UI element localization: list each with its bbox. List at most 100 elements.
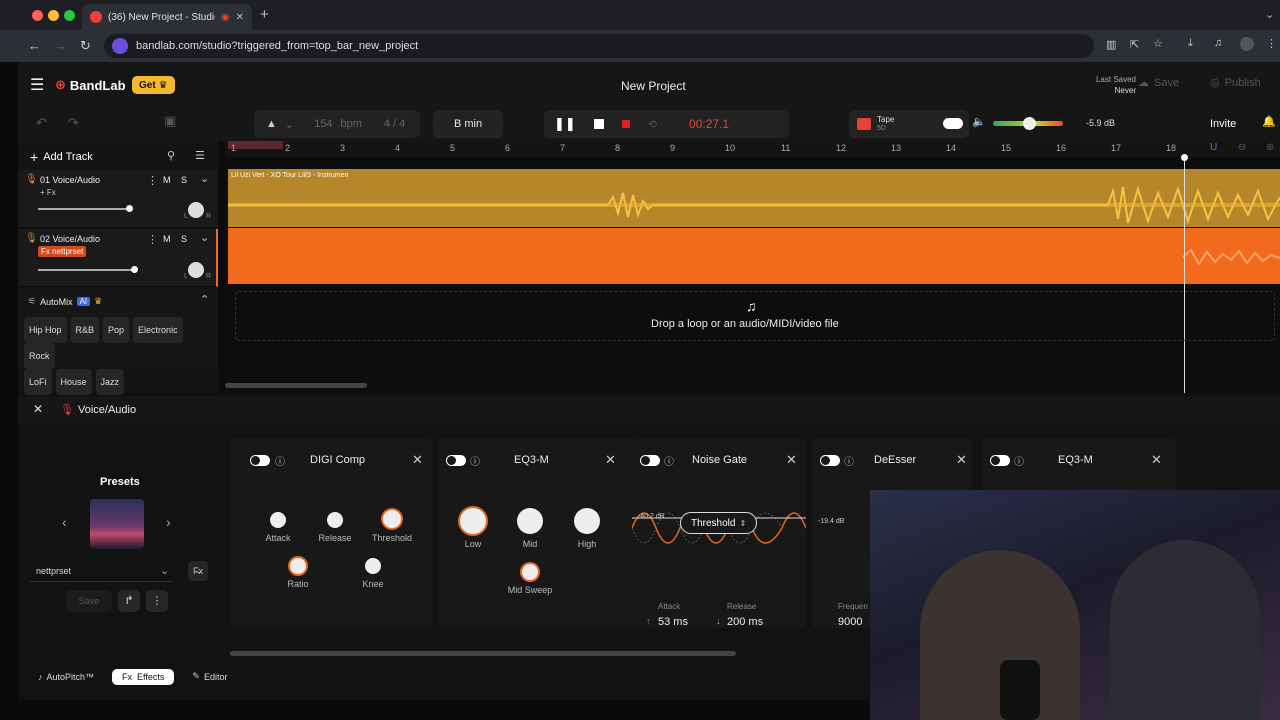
pan-knob[interactable] xyxy=(188,262,204,278)
brand-logo[interactable]: ⊕ BandLab xyxy=(55,77,126,93)
release-value[interactable]: 200 ms xyxy=(727,616,763,628)
audio-clip-recording[interactable] xyxy=(228,228,1280,284)
master-volume-slider[interactable] xyxy=(993,117,1063,130)
profile-avatar[interactable] xyxy=(1240,37,1254,51)
automix-header[interactable]: ⚟ AutoMix AI ♛ xyxy=(28,296,102,307)
mid-knob[interactable] xyxy=(517,508,543,534)
attack-value[interactable]: 53 ms xyxy=(658,616,688,628)
bar-ruler[interactable]: 1 2 3 4 5 6 7 8 9 10 11 12 13 14 15 16 1… xyxy=(225,141,1280,157)
pause-button[interactable]: ❚❚ xyxy=(554,116,576,132)
bpm-value[interactable]: 154 xyxy=(314,118,332,130)
browser-menu-icon[interactable]: ⋮ xyxy=(1266,37,1277,50)
remove-effect-icon[interactable]: ✕ xyxy=(605,452,616,468)
maximize-window-button[interactable] xyxy=(64,10,75,21)
loop-icon[interactable]: ⟲ xyxy=(648,118,657,131)
effect-toggle[interactable] xyxy=(640,455,660,466)
remove-effect-icon[interactable]: ✕ xyxy=(956,452,967,468)
track-row[interactable]: 🎙 02 Voice/Audio ⋮ M S ⌄ Fx nettprset L … xyxy=(18,229,218,287)
add-fx-button[interactable]: + Fx xyxy=(40,188,56,197)
track-volume-slider[interactable] xyxy=(38,205,133,212)
playhead[interactable] xyxy=(1184,157,1185,393)
track-volume-slider[interactable] xyxy=(38,266,138,273)
undo-icon[interactable]: ↶ xyxy=(36,115,47,131)
genre-chip-hip-hop[interactable]: Hip Hop xyxy=(24,317,67,343)
track-options-icon[interactable]: ⋮ xyxy=(147,174,158,187)
genre-chip-pop[interactable]: Pop xyxy=(103,317,130,343)
threshold-handle[interactable]: Threshold ⇕ xyxy=(680,512,758,534)
mute-button[interactable]: M xyxy=(163,234,171,244)
solo-button[interactable]: S xyxy=(181,175,187,185)
mid-sweep-knob[interactable] xyxy=(522,564,538,580)
genre-chip-house[interactable]: House xyxy=(55,369,92,395)
drop-zone[interactable]: ♫ Drop a loop or an audio/MIDI/video fil… xyxy=(235,291,1275,341)
preset-artwork[interactable] xyxy=(90,499,144,549)
magic-wand-icon[interactable]: ⚲ xyxy=(167,149,175,162)
audio-clip[interactable]: Lil Uzi Vert - XO Tour Llif3 - Instrumen xyxy=(228,169,1280,227)
reload-button[interactable]: ↻ xyxy=(80,38,91,54)
pane-divider[interactable] xyxy=(218,141,225,393)
volume-handle[interactable] xyxy=(1023,117,1036,130)
remove-effect-icon[interactable]: ✕ xyxy=(412,452,423,468)
url-field[interactable]: bandlab.com/studio?triggered_from=top_ba… xyxy=(104,34,1094,58)
close-tab-icon[interactable]: ✕ xyxy=(236,12,244,23)
tape-effect[interactable]: Tape 5D xyxy=(849,110,969,138)
tab-list-icon[interactable]: ⌄ xyxy=(1265,8,1274,21)
solo-button[interactable]: S xyxy=(181,234,187,244)
browser-tab[interactable]: (36) New Project - Studio ◉ ✕ xyxy=(82,4,252,30)
fx-preset-badge[interactable]: Fx nettprset xyxy=(38,246,87,257)
info-icon[interactable]: ⓘ xyxy=(664,453,674,468)
effect-toggle[interactable] xyxy=(990,455,1010,466)
genre-chip-jazz[interactable]: Jazz xyxy=(95,369,125,395)
tab-editor[interactable]: ✎ Editor xyxy=(184,668,235,685)
invite-button[interactable]: Invite xyxy=(1210,118,1236,130)
prev-preset-icon[interactable]: ‹ xyxy=(62,514,67,530)
low-knob[interactable] xyxy=(460,508,486,534)
metronome-dropdown-icon[interactable]: ⌄ xyxy=(285,118,294,131)
effect-toggle[interactable] xyxy=(250,455,270,466)
track-name[interactable]: 01 Voice/Audio xyxy=(40,175,100,185)
stop-button[interactable] xyxy=(593,119,604,129)
close-window-button[interactable] xyxy=(32,10,43,21)
genre-chip-lofi[interactable]: LoFi xyxy=(24,369,52,395)
reader-icon[interactable]: ▥ xyxy=(1106,38,1116,51)
playhead-marker[interactable] xyxy=(1181,154,1188,161)
zoom-in-icon[interactable]: ⊕ xyxy=(1266,142,1274,153)
track-options-icon[interactable]: ⋮ xyxy=(147,233,158,246)
bookmark-star-icon[interactable]: ☆ xyxy=(1153,37,1163,50)
volume-handle[interactable] xyxy=(126,205,133,212)
ratio-knob[interactable] xyxy=(290,558,306,574)
tape-toggle[interactable] xyxy=(943,118,963,129)
site-info-icon[interactable] xyxy=(112,38,128,54)
info-icon[interactable]: ⓘ xyxy=(844,453,854,468)
project-title[interactable]: New Project xyxy=(621,79,686,93)
high-knob[interactable] xyxy=(574,508,600,534)
track-row[interactable]: 🎙 01 Voice/Audio ⋮ M S ⌄ + Fx L R xyxy=(18,170,218,228)
loop-region[interactable] xyxy=(228,141,283,149)
timeline[interactable]: 1 2 3 4 5 6 7 8 9 10 11 12 13 14 15 16 1… xyxy=(225,141,1280,393)
info-icon[interactable]: ⓘ xyxy=(1014,453,1024,468)
next-preset-icon[interactable]: › xyxy=(166,514,171,530)
media-controls-icon[interactable]: ♫ xyxy=(1214,37,1222,49)
add-track-button[interactable]: + Add Track xyxy=(30,149,93,165)
effects-scrollbar[interactable] xyxy=(230,651,736,656)
back-button[interactable]: ← xyxy=(28,38,41,53)
key-selector[interactable]: B min xyxy=(433,110,503,138)
close-fx-panel-icon[interactable]: ✕ xyxy=(33,402,43,416)
knee-knob[interactable] xyxy=(365,558,381,574)
new-tab-button[interactable]: + xyxy=(260,6,269,23)
release-knob[interactable] xyxy=(327,512,343,528)
horizontal-scrollbar[interactable] xyxy=(225,383,367,388)
hamburger-menu-icon[interactable]: ☰ xyxy=(30,75,44,95)
share-icon[interactable]: ⇱ xyxy=(1130,38,1139,51)
track-settings-icon[interactable]: ☰ xyxy=(195,149,205,162)
get-membership-button[interactable]: Get ♛ xyxy=(132,76,175,94)
threshold-knob[interactable] xyxy=(383,510,401,528)
track-name[interactable]: 02 Voice/Audio xyxy=(40,234,100,244)
remove-effect-icon[interactable]: ✕ xyxy=(786,452,797,468)
genre-chip-electronic[interactable]: Electronic xyxy=(133,317,183,343)
tab-effects[interactable]: Fx Effects xyxy=(112,668,175,685)
redo-icon[interactable]: ↷ xyxy=(68,115,79,131)
frequency-value[interactable]: 9000 xyxy=(838,616,862,628)
publish-button[interactable]: ◎ Publish xyxy=(1210,76,1261,90)
time-signature[interactable]: 4 / 4 xyxy=(384,118,405,130)
